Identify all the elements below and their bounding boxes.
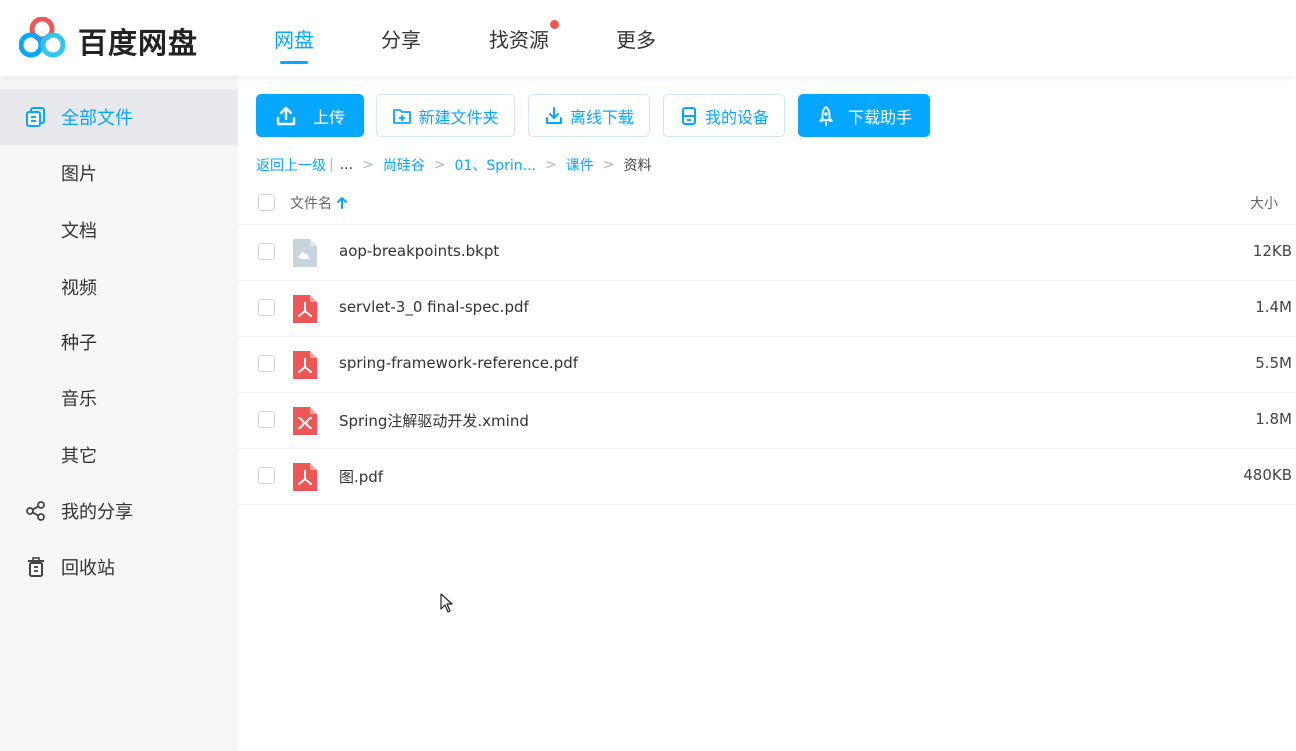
pdf-icon [293, 351, 317, 379]
sidebar-item-others[interactable]: 其它 [0, 427, 238, 483]
download-helper-button[interactable]: 下载助手 [798, 94, 930, 137]
main-content: 上传 新建文件夹 离线下载 我的设备 下载助手 返回上一级 | ... > 尚硅… [238, 76, 1296, 751]
file-table-header: 文件名 大小 [238, 180, 1296, 225]
breadcrumb-item[interactable]: 课件 [566, 155, 594, 175]
all-files-icon [26, 107, 45, 127]
sort-ascending-icon [337, 197, 347, 209]
table-row[interactable]: 图.pdf 480KB [238, 449, 1296, 505]
tab-find-resources-label: 找资源 [489, 28, 549, 52]
new-folder-icon [393, 108, 412, 124]
table-row[interactable]: aop-breakpoints.bkpt 12KB [238, 225, 1296, 281]
sidebar-item-label: 回收站 [61, 558, 115, 579]
upload-button[interactable]: 上传 [256, 94, 364, 137]
sidebar-item-label: 图片 [61, 164, 97, 185]
select-all-checkbox[interactable] [258, 194, 275, 211]
tab-find-resources[interactable]: 找资源 [489, 20, 559, 53]
top-header: 百度网盘 网盘 分享 找资源 更多 [0, 0, 1296, 76]
pdf-icon [293, 463, 317, 491]
breadcrumb-separator: > [433, 157, 446, 173]
sidebar-item-videos[interactable]: 视频 [0, 259, 238, 315]
breadcrumb-item[interactable]: 尚硅谷 [383, 155, 425, 175]
file-name[interactable]: 图.pdf [339, 466, 383, 487]
sidebar-item-label: 我的分享 [61, 502, 133, 523]
sidebar-item-torrents[interactable]: 种子 [0, 314, 238, 370]
share-icon [26, 501, 45, 521]
row-checkbox[interactable] [258, 243, 275, 260]
table-row[interactable]: spring-framework-reference.pdf 5.5M [238, 337, 1296, 393]
sidebar-item-label: 种子 [61, 333, 97, 354]
breadcrumb-ellipsis[interactable]: ... [340, 157, 353, 173]
rocket-icon [819, 105, 833, 126]
upload-icon [276, 106, 296, 125]
sidebar-item-my-shares[interactable]: 我的分享 [0, 483, 238, 539]
tab-netdisk[interactable]: 网盘 [274, 24, 314, 64]
brand-title: 百度网盘 [78, 26, 199, 60]
breadcrumb-separator: > [545, 157, 557, 173]
sidebar-item-recycle-bin[interactable]: 回收站 [0, 539, 238, 595]
file-name[interactable]: servlet-3_0 final-spec.pdf [339, 298, 529, 316]
trash-icon [28, 557, 44, 577]
sidebar-item-label: 文档 [61, 221, 97, 242]
column-header-filename-label: 文件名 [290, 196, 332, 212]
sidebar-item-label: 其它 [61, 446, 97, 467]
sidebar-item-label: 全部文件 [61, 108, 133, 129]
my-devices-button-label: 我的设备 [704, 107, 769, 127]
row-checkbox[interactable] [258, 467, 275, 484]
file-name[interactable]: aop-breakpoints.bkpt [339, 242, 499, 260]
new-folder-button-label: 新建文件夹 [418, 107, 499, 127]
row-checkbox[interactable] [258, 299, 275, 316]
offline-download-button[interactable]: 离线下载 [528, 94, 650, 137]
device-icon [681, 106, 696, 125]
notification-dot [550, 20, 559, 29]
tab-more[interactable]: 更多 [616, 24, 656, 53]
sidebar-item-label: 音乐 [61, 389, 97, 410]
sidebar-item-label: 视频 [61, 278, 97, 299]
sidebar: 全部文件 图片 文档 视频 种子 音乐 其它 我的分享 回收站 [0, 76, 238, 751]
breadcrumb-back-link[interactable]: 返回上一级 [256, 155, 326, 175]
row-checkbox[interactable] [258, 411, 275, 428]
pdf-icon [293, 295, 317, 323]
file-name[interactable]: spring-framework-reference.pdf [339, 354, 578, 372]
download-icon [545, 106, 562, 124]
column-header-filename[interactable]: 文件名 [290, 193, 348, 213]
sidebar-item-images[interactable]: 图片 [0, 145, 238, 201]
sidebar-item-music[interactable]: 音乐 [0, 370, 238, 426]
new-folder-button[interactable]: 新建文件夹 [376, 94, 515, 137]
generic-file-icon [293, 239, 317, 267]
breadcrumb-current: 资料 [623, 158, 652, 174]
my-devices-button[interactable]: 我的设备 [663, 94, 785, 137]
sidebar-item-all-files[interactable]: 全部文件 [0, 89, 238, 145]
xmind-icon [293, 407, 317, 435]
row-checkbox[interactable] [258, 355, 275, 372]
sidebar-item-documents[interactable]: 文档 [0, 202, 238, 258]
offline-download-button-label: 离线下载 [569, 107, 634, 127]
breadcrumb: 返回上一级 | ... > 尚硅谷 > 01、Sprin... > 课件 > 资… [256, 155, 651, 175]
file-name[interactable]: Spring注解驱动开发.xmind [339, 410, 529, 431]
download-helper-button-label: 下载助手 [847, 107, 912, 127]
table-row[interactable]: servlet-3_0 final-spec.pdf 1.4M [238, 281, 1296, 337]
breadcrumb-item[interactable]: 01、Sprin... [455, 155, 536, 175]
breadcrumb-separator: > [602, 157, 615, 173]
baidu-netdisk-logo-icon[interactable] [19, 17, 65, 59]
breadcrumb-divider: | [329, 157, 334, 173]
breadcrumb-separator: > [362, 157, 374, 173]
column-header-size[interactable]: 大小 [1250, 193, 1278, 213]
upload-button-label: 上传 [312, 107, 345, 127]
table-row[interactable]: Spring注解驱动开发.xmind 1.8M [238, 393, 1296, 449]
file-size: 480KB [1243, 466, 1292, 484]
mouse-cursor-icon [440, 593, 453, 613]
tab-share[interactable]: 分享 [381, 24, 421, 53]
file-size: 1.8M [1255, 410, 1292, 428]
file-size: 12KB [1252, 242, 1292, 260]
file-size: 5.5M [1255, 354, 1292, 372]
file-size: 1.4M [1255, 298, 1292, 316]
